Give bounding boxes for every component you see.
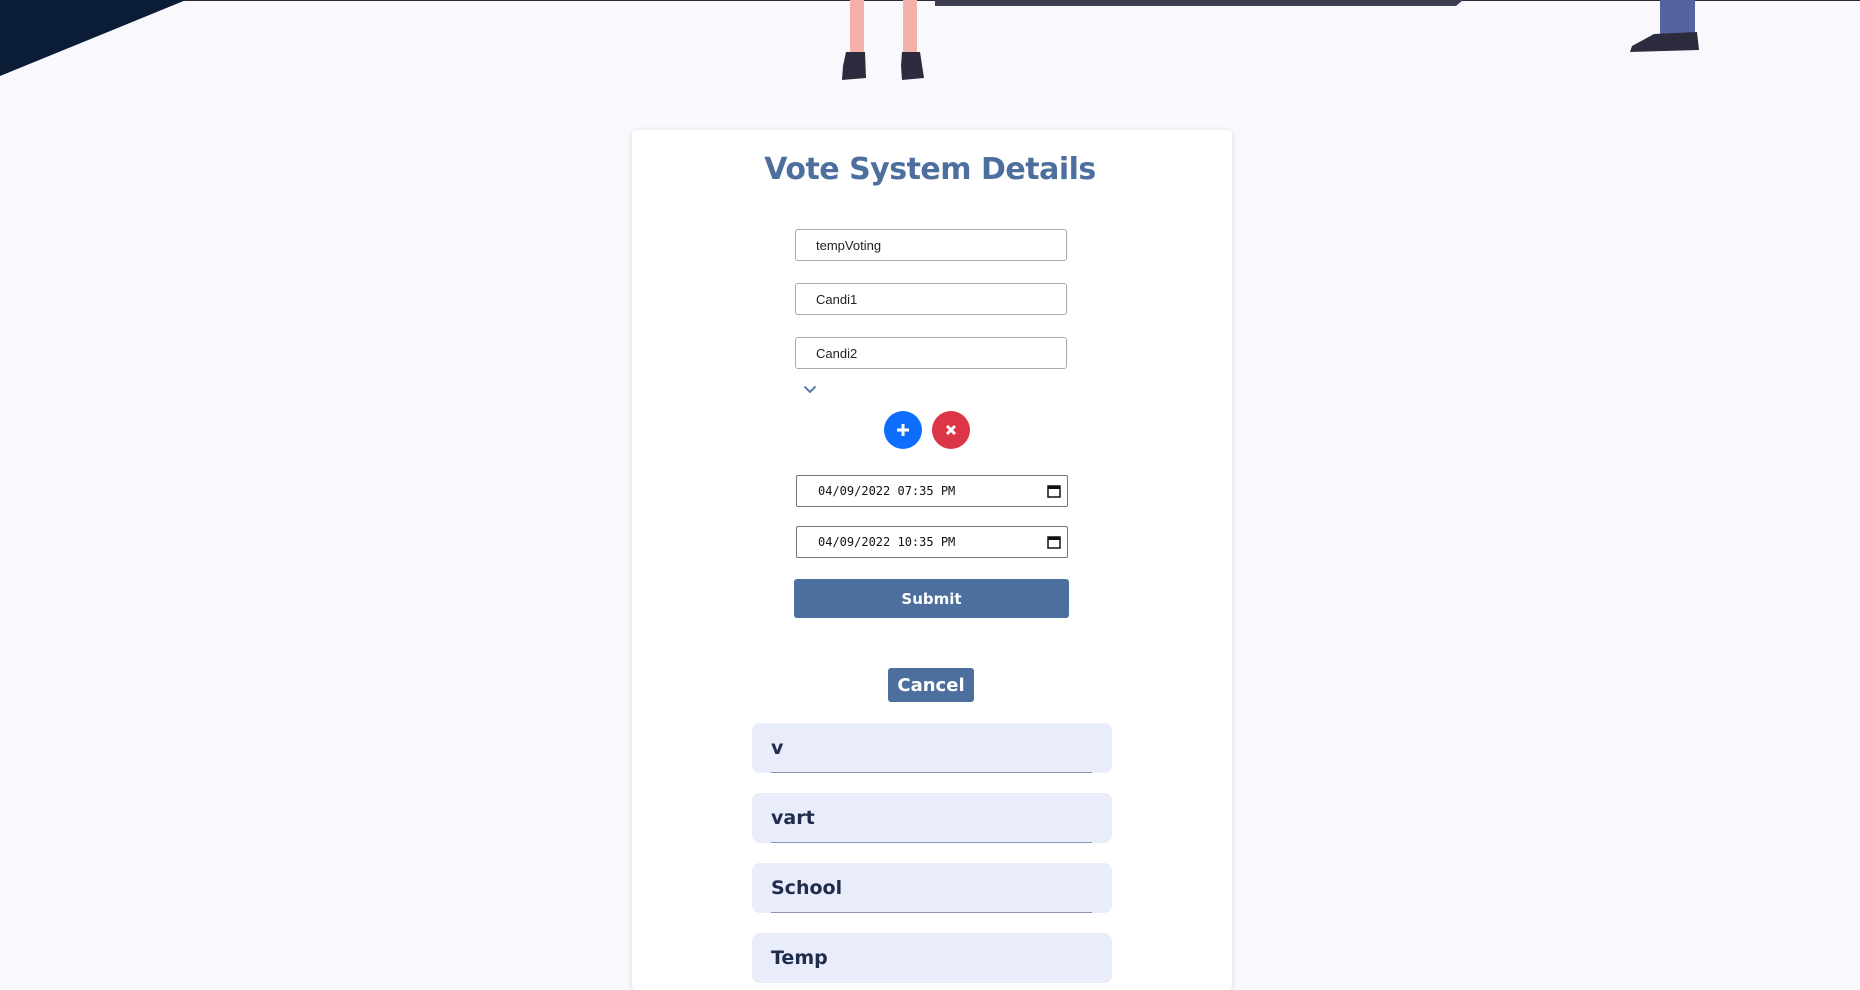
vote-list-item[interactable]: Temp [752, 933, 1112, 983]
vote-list-item[interactable]: School [752, 863, 1112, 913]
candidate-field-1[interactable] [795, 283, 1067, 315]
close-icon [945, 424, 957, 436]
add-candidate-button[interactable] [884, 411, 922, 449]
vote-list-item[interactable]: vart [752, 793, 1112, 843]
start-datetime-value: 04/09/2022 07:35 PM [818, 484, 956, 498]
chevron-down-icon[interactable] [803, 383, 817, 397]
end-datetime-value: 04/09/2022 10:35 PM [818, 535, 956, 549]
cancel-button[interactable]: Cancel [888, 668, 974, 702]
vote-list-item-label: vart [771, 807, 815, 829]
end-datetime-field[interactable]: 04/09/2022 10:35 PM [796, 526, 1068, 558]
header-illustration [842, 0, 1699, 80]
vote-list-item-label: School [771, 877, 843, 899]
page-title: Vote System Details [764, 152, 1096, 187]
remove-candidate-button[interactable] [932, 411, 970, 449]
vote-name-field[interactable] [795, 229, 1067, 261]
vote-list-item[interactable]: v [752, 723, 1112, 773]
submit-button[interactable]: Submit [794, 579, 1069, 618]
plus-icon [897, 424, 909, 436]
vote-list-item-label: Temp [771, 947, 828, 969]
candidate-field-2[interactable] [795, 337, 1067, 369]
start-datetime-field[interactable]: 04/09/2022 07:35 PM [796, 475, 1068, 507]
divider [771, 772, 1092, 773]
divider [771, 842, 1092, 843]
divider [771, 912, 1092, 913]
vote-list-item-label: v [771, 737, 784, 759]
calendar-icon[interactable] [1047, 535, 1061, 549]
calendar-icon[interactable] [1047, 484, 1061, 498]
